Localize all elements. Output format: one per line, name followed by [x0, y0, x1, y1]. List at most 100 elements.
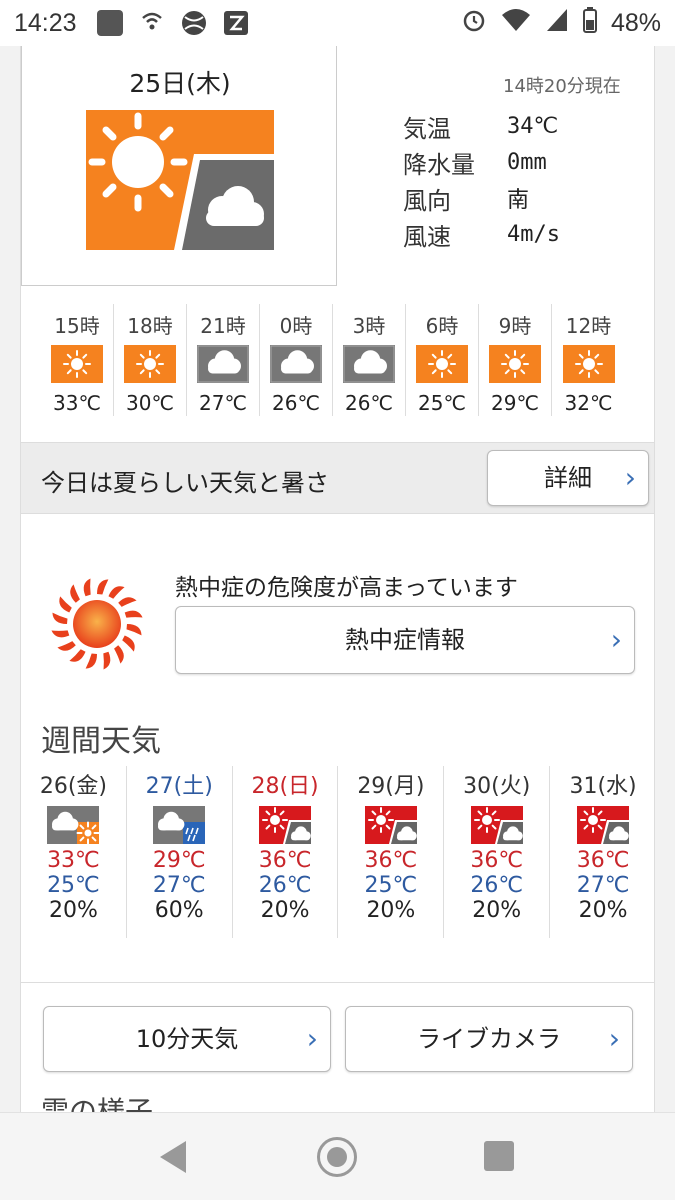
precip-chance: 60%: [154, 898, 204, 923]
hour-label: 21時: [200, 314, 246, 338]
sunny-icon: [124, 345, 176, 383]
day-label: 31(水): [569, 774, 637, 799]
min-temp: 26℃: [470, 873, 524, 898]
chevron-right-icon: ›: [306, 1022, 318, 1055]
sunny-icon: [51, 345, 103, 383]
heatstroke-info-button[interactable]: 熱中症情報 ›: [175, 606, 635, 674]
ball-app-icon: [181, 10, 207, 36]
day-label: 26(金): [39, 774, 107, 799]
hot-then-cloudy-icon: [470, 806, 523, 844]
back-button-icon[interactable]: [160, 1141, 186, 1173]
hot-then-cloudy-icon: [364, 806, 417, 844]
precip-chance: 20%: [472, 898, 522, 923]
precip-chance: 20%: [48, 898, 98, 923]
max-temp: 36℃: [470, 848, 524, 873]
hourly-item: 3時 26℃: [333, 304, 406, 416]
max-temp: 33℃: [47, 848, 100, 873]
ten-minute-weather-button[interactable]: 10分天気 ›: [43, 1006, 331, 1072]
sunny-then-cloudy-icon: [86, 110, 274, 250]
today-date: 25日(木): [129, 69, 231, 98]
weekly-day: 29(月) 36℃ 25℃ 20%: [338, 766, 445, 938]
hour-label: 3時: [352, 314, 386, 338]
weekly-day: 28(日) 36℃ 26℃ 20%: [233, 766, 339, 938]
ten-minute-weather-label: 10分天気: [135, 1025, 239, 1053]
stat-value: 34℃: [507, 113, 559, 139]
details-button[interactable]: 詳細 ›: [487, 450, 649, 506]
min-temp: 25℃: [364, 873, 418, 898]
day-label: 28(日): [251, 774, 319, 799]
weekly-day: 27(土) 29℃ 27℃ 60%: [127, 766, 233, 938]
hour-label: 18時: [127, 314, 173, 338]
stat-value: 南: [507, 188, 530, 213]
cloudy-then-rain-icon: [153, 806, 206, 844]
home-button-icon[interactable]: [317, 1137, 357, 1177]
status-bar: 14:23 48%: [0, 0, 675, 46]
hourly-item: 9時 29℃: [479, 304, 552, 416]
app-logo-icon: [223, 10, 249, 36]
weekly-day: 30(火) 36℃ 26℃ 20%: [444, 766, 551, 938]
clock: 14:23: [14, 8, 77, 37]
alarm-icon: [461, 7, 487, 39]
sunny-icon: [489, 345, 541, 383]
hourly-item: 15時 33℃: [41, 304, 114, 416]
battery-percent: 48%: [610, 8, 661, 37]
hour-label: 15時: [54, 314, 100, 338]
weekly-day: 31(水) 36℃ 27℃ 20%: [550, 766, 654, 938]
precip-chance: 20%: [260, 898, 310, 923]
section-divider: [21, 982, 654, 983]
day-label: 27(土): [145, 774, 213, 799]
observation-time: 14時20分現在: [503, 76, 621, 97]
cloudy-icon: [197, 345, 249, 383]
hourly-item: 12時 32℃: [552, 304, 625, 416]
forecast-summary-text: 今日は夏らしい天気と暑さ: [41, 469, 329, 497]
recent-apps-button-icon[interactable]: [484, 1141, 514, 1171]
precip-chance: 20%: [366, 898, 416, 923]
hourly-item: 0時 26℃: [260, 304, 333, 416]
hourly-forecast: 15時 33℃ 18時 30℃ 21時 27℃ 0時 26℃ 3時 26℃ 6時…: [21, 304, 654, 416]
stat-label: 風速: [403, 222, 451, 251]
current-stats: 気温 34℃ 降水量 0mm 風向 南 風速 4m/s: [403, 108, 560, 252]
hour-label: 12時: [565, 314, 612, 338]
hour-label: 0時: [279, 314, 313, 338]
battery-icon: [582, 7, 597, 39]
hour-temp: 30℃: [126, 391, 174, 415]
min-temp: 27℃: [152, 873, 206, 898]
stat-label: 風向: [403, 186, 451, 215]
app-square-icon: [96, 10, 123, 36]
heatstroke-warning-text: 熱中症の危険度が高まっています: [175, 575, 518, 601]
navigation-bar: [0, 1112, 675, 1200]
nfc-icon: [139, 10, 165, 36]
day-label: 30(火): [463, 774, 531, 799]
chevron-right-icon: ›: [608, 1022, 620, 1055]
hour-temp: 27℃: [199, 391, 247, 415]
hot-then-cloudy-icon: [577, 806, 630, 844]
heatstroke-info-label: 熱中症情報: [345, 626, 465, 654]
sunny-icon: [416, 345, 468, 383]
max-temp: 36℃: [364, 848, 418, 873]
hour-temp: 32℃: [564, 391, 613, 415]
hour-label: 9時: [498, 314, 532, 338]
hour-temp: 26℃: [345, 391, 393, 415]
stat-value: 0mm: [507, 149, 547, 175]
precip-chance: 20%: [578, 898, 628, 923]
max-temp: 29℃: [152, 848, 206, 873]
hour-label: 6時: [425, 314, 459, 338]
live-camera-label: ライブカメラ: [417, 1025, 561, 1053]
min-temp: 26℃: [258, 873, 312, 898]
weather-page: 25日(木) 14時20分現在 気温 34℃ 降水量 0mm 風向 南 風速 4…: [20, 46, 655, 1112]
live-camera-button[interactable]: ライブカメラ ›: [345, 1006, 633, 1072]
hourly-item: 6時 25℃: [406, 304, 479, 416]
cloudy-icon: [343, 345, 395, 383]
min-temp: 25℃: [47, 873, 100, 898]
sunny-icon: [562, 345, 615, 383]
min-temp: 27℃: [576, 873, 630, 898]
signal-icon: [545, 7, 569, 39]
hot-then-cloudy-icon: [259, 806, 312, 844]
day-label: 29(月): [357, 774, 425, 799]
hour-temp: 25℃: [418, 391, 466, 415]
stat-value: 4m/s: [507, 221, 560, 247]
hour-temp: 33℃: [53, 391, 101, 415]
details-button-label: 詳細: [544, 464, 592, 492]
chevron-right-icon: ›: [610, 623, 622, 656]
stat-row-temperature: 気温 34℃: [403, 108, 560, 144]
